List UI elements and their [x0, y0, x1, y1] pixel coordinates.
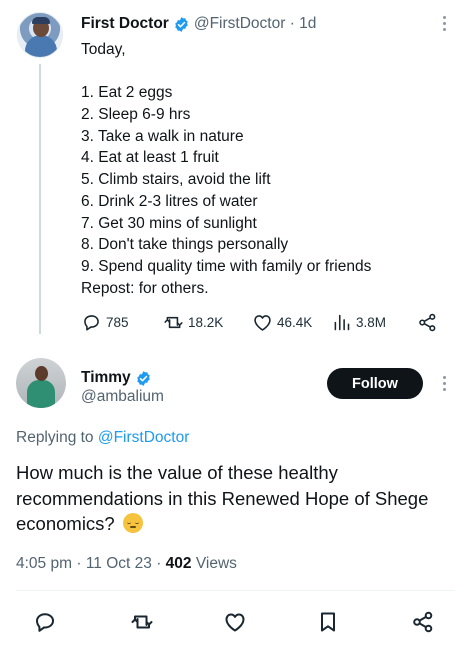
meta-separator: · — [156, 555, 162, 572]
reply-count: 785 — [106, 314, 129, 330]
tweet-views-count: 402 — [165, 555, 192, 572]
like-button[interactable] — [220, 607, 250, 637]
tweet-line: 6. Drink 2-3 litres of water — [81, 192, 258, 210]
like-button[interactable]: 46.4K — [252, 310, 312, 334]
parent-tweet-header: First Doctor @FirstDoctor · 1d — [81, 14, 316, 34]
meta-separator: · — [76, 555, 82, 572]
tweet-time[interactable]: 4:05 pm — [16, 555, 72, 572]
tweet-line: 9. Spend quality time with family or fri… — [81, 257, 372, 275]
repost-count: 18.2K — [188, 314, 224, 330]
more-vertical-icon[interactable] — [443, 376, 447, 394]
parent-tweet-actions: 785 18.2K 46.4K 3.8M — [81, 310, 451, 334]
tweet-line: 3. Take a walk in nature — [81, 127, 244, 145]
timmy-avatar[interactable] — [16, 358, 66, 408]
follow-button[interactable]: Follow — [327, 368, 423, 399]
author-name[interactable]: First Doctor — [81, 15, 169, 33]
parent-tweet-text: Today, 1. Eat 2 eggs 2. Sleep 6-9 hrs 3.… — [81, 39, 456, 299]
divider — [16, 590, 455, 591]
tweet-line: Today, — [81, 41, 126, 58]
thread-line — [39, 64, 41, 334]
tweet-meta: 4:05 pm · 11 Oct 23 · 402 Views — [16, 555, 237, 573]
header-separator: · — [289, 15, 295, 32]
like-count: 46.4K — [277, 314, 313, 330]
tweet-line: 7. Get 30 mins of sunlight — [81, 214, 257, 232]
parent-tweet[interactable]: First Doctor @FirstDoctor · 1d Today, 1.… — [0, 0, 471, 340]
reply-icon — [36, 613, 54, 632]
reply-icon — [84, 314, 99, 331]
reply-button[interactable] — [30, 607, 60, 637]
reply-tweet-text: How much is the value of these healthy r… — [16, 460, 456, 537]
verified-badge-icon — [136, 370, 150, 386]
pensive-face-emoji-icon — [122, 513, 143, 533]
tweet-date[interactable]: 11 Oct 23 — [86, 555, 152, 572]
repost-button[interactable] — [127, 607, 157, 637]
tweet-line: 8. Don't take things personally — [81, 236, 289, 254]
verified-badge-icon — [175, 16, 188, 32]
tweet-line: 1. Eat 2 eggs — [81, 84, 173, 102]
replying-to: Replying to @FirstDoctor — [16, 429, 189, 447]
reply-author-handle[interactable]: @ambalium — [81, 388, 164, 406]
views-chart-icon — [334, 314, 350, 330]
tweet-line: 4. Eat at least 1 fruit — [81, 149, 219, 167]
reply-author-name-row: Timmy — [81, 369, 156, 387]
replying-mention-link[interactable]: @FirstDoctor — [98, 429, 190, 446]
heart-icon — [225, 613, 245, 632]
bookmark-button[interactable] — [313, 607, 343, 637]
share-button[interactable] — [408, 607, 438, 637]
reply-text: How much is the value of these healthy r… — [16, 462, 429, 534]
tweet-views-label: Views — [195, 555, 237, 572]
share-icon — [419, 313, 436, 331]
repost-button[interactable]: 18.2K — [163, 310, 223, 334]
tweet-time-ago[interactable]: 1d — [299, 15, 316, 33]
views-button[interactable]: 3.8M — [331, 310, 386, 334]
author-handle[interactable]: @FirstDoctor — [194, 15, 286, 33]
repost-icon — [131, 615, 153, 629]
reply-author-name[interactable]: Timmy — [81, 369, 131, 387]
repost-icon — [164, 316, 183, 328]
reply-button[interactable]: 785 — [81, 310, 129, 334]
bookmark-icon — [321, 612, 335, 632]
share-icon — [413, 611, 433, 633]
views-count: 3.8M — [356, 314, 387, 330]
tweet-line: Repost: for others. — [81, 279, 209, 297]
heart-icon — [254, 314, 271, 331]
first-doctor-avatar[interactable] — [17, 12, 63, 58]
reply-action-bar — [0, 607, 471, 637]
more-vertical-icon[interactable] — [443, 16, 447, 34]
replying-prefix: Replying to — [16, 429, 94, 446]
tweet-line: 5. Climb stairs, avoid the lift — [81, 171, 271, 189]
tweet-line: 2. Sleep 6-9 hrs — [81, 106, 191, 124]
share-button[interactable] — [417, 310, 438, 334]
